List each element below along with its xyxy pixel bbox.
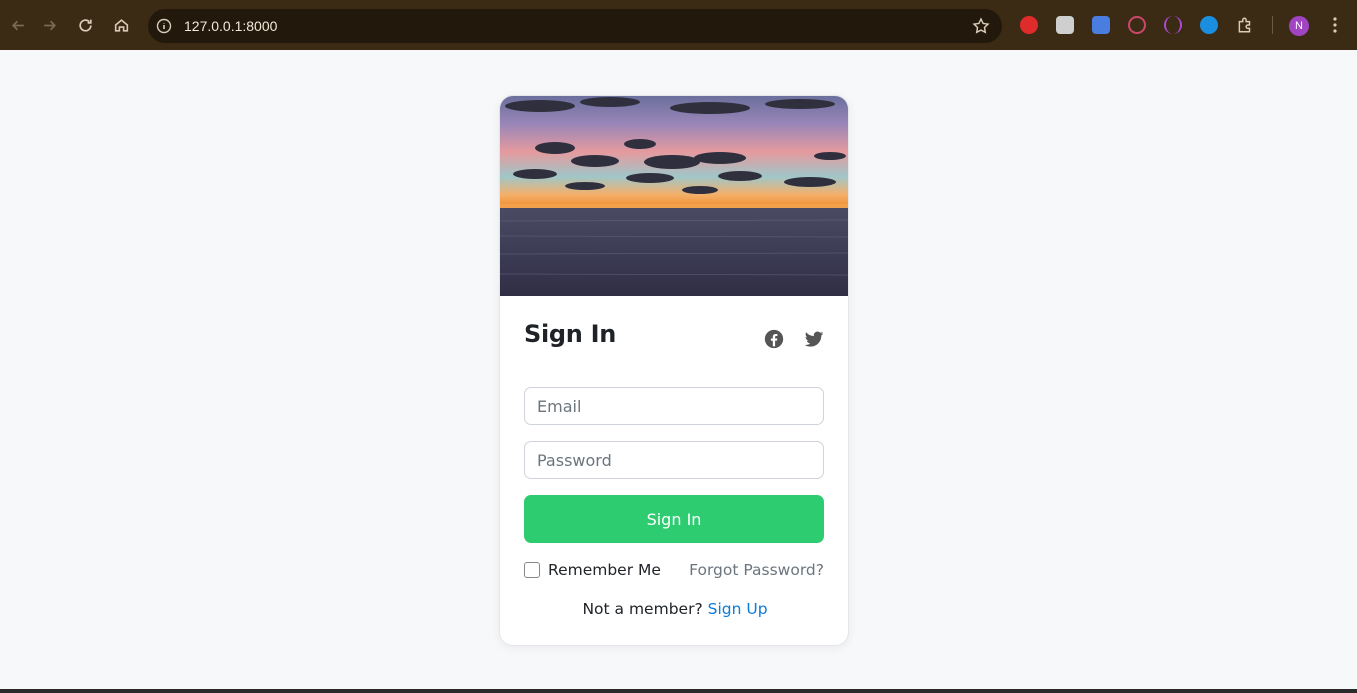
arrow-right-icon [43,20,56,30]
signin-title: Sign In [524,320,617,348]
signup-prompt: Not a member? [582,600,703,618]
reload-icon [78,18,92,32]
taskbar-edge [0,689,1357,693]
signup-link[interactable]: Sign Up [708,600,768,618]
site-info-icon[interactable] [156,18,172,34]
facebook-icon[interactable] [763,328,785,350]
sunset-hero-image [500,96,848,296]
address-bar[interactable]: 127.0.0.1:8000 [148,9,1002,43]
extension-adblock-icon[interactable] [1020,16,1038,34]
bookmark-star-icon[interactable] [972,17,990,35]
profile-avatar[interactable]: N [1289,16,1309,36]
browser-toolbar: 127.0.0.1:8000 N [0,0,1357,50]
extensions-puzzle-icon[interactable] [1236,16,1254,34]
reload-button[interactable] [67,7,103,43]
extension-translate-icon[interactable] [1092,16,1110,34]
more-menu-icon[interactable] [1325,15,1345,35]
home-button[interactable] [103,7,139,43]
remember-me-group: Remember Me [524,561,661,579]
remember-me-checkbox[interactable] [524,562,540,578]
home-icon [114,18,128,32]
remember-me-label[interactable]: Remember Me [548,561,661,579]
extension-code-icon[interactable] [1164,16,1182,34]
url-text: 127.0.0.1:8000 [184,18,278,34]
signin-card: Sign In Sign In Remember Me Forgot Passw… [499,95,849,646]
password-field[interactable] [524,441,824,479]
signin-button[interactable]: Sign In [524,495,824,543]
extension-film-icon[interactable] [1128,16,1146,34]
extension-profile-icon[interactable] [1056,16,1074,34]
signup-row: Not a member? Sign Up [500,600,848,618]
email-field[interactable] [524,387,824,425]
toolbar-divider [1272,16,1273,34]
arrow-left-icon [11,20,24,30]
extension-shazam-icon[interactable] [1200,16,1218,34]
forgot-password-link[interactable]: Forgot Password? [689,561,824,579]
forward-button[interactable] [31,7,67,43]
twitter-icon[interactable] [803,328,825,350]
